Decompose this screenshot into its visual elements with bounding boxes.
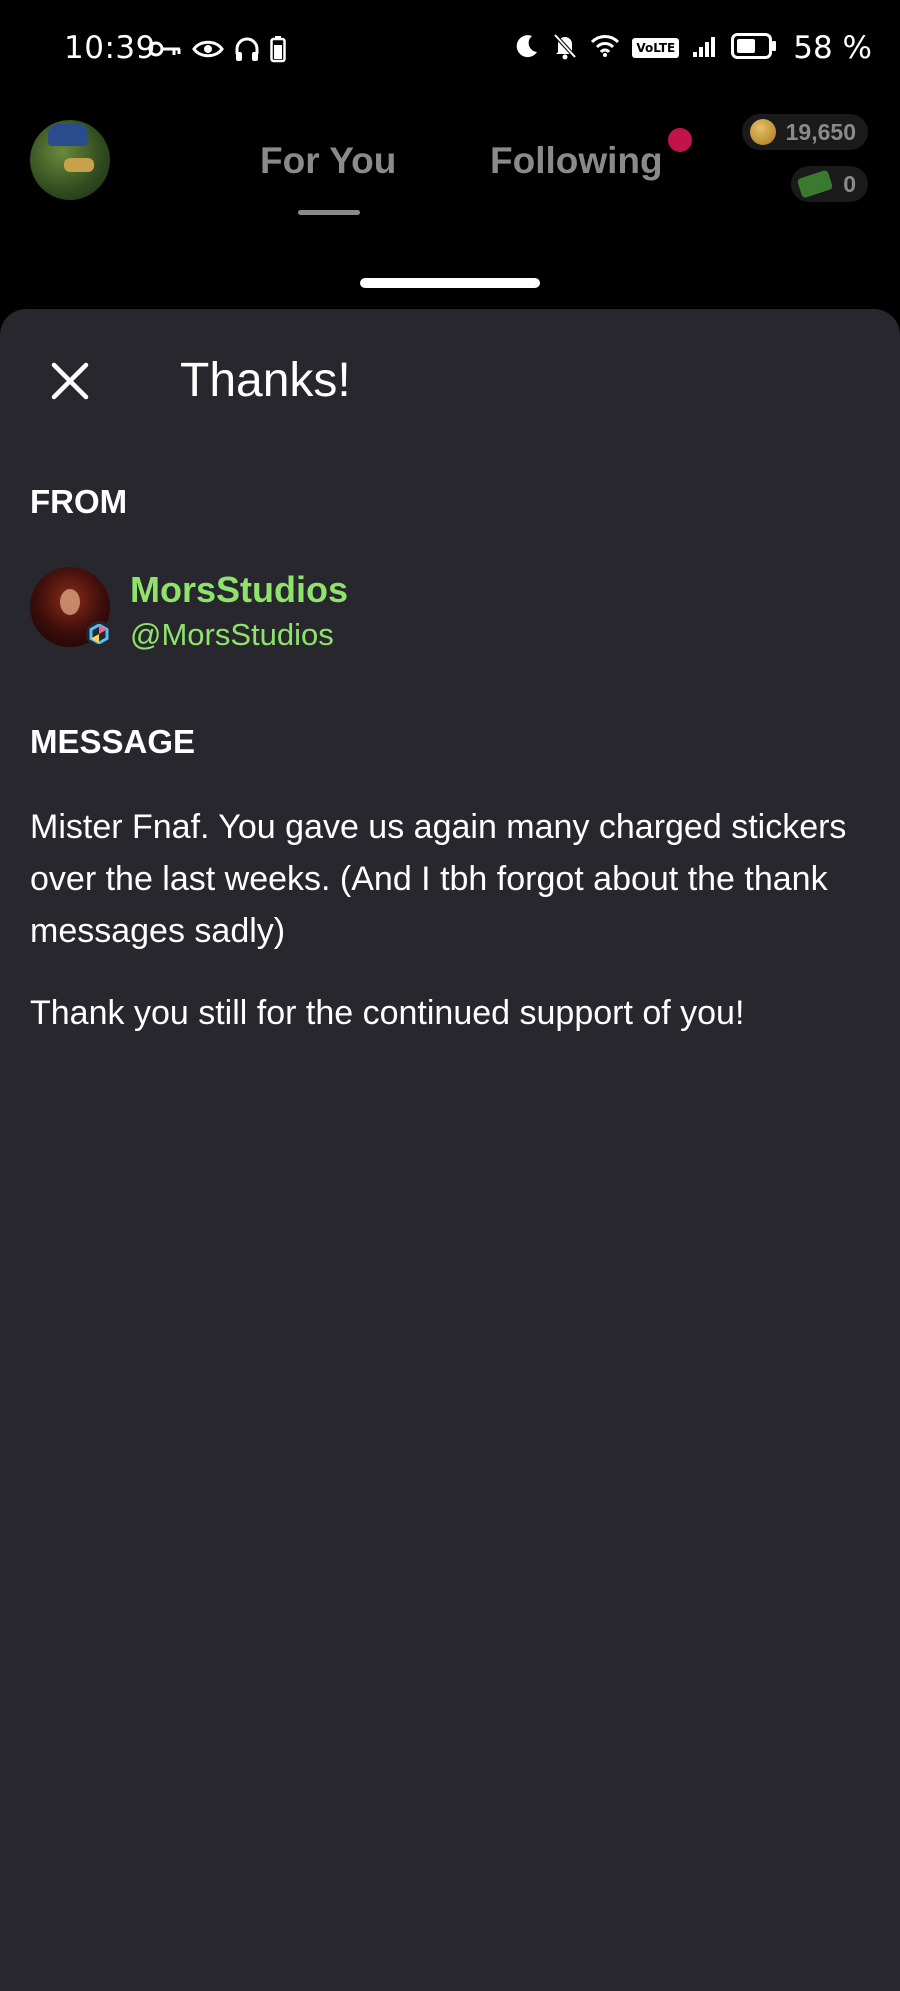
- avatar-hat-shape: [48, 124, 88, 146]
- coin-balance[interactable]: 19,650: [741, 114, 868, 150]
- avatar-beak-shape: [64, 158, 94, 172]
- message-label: MESSAGE: [30, 723, 196, 760]
- close-icon: [51, 362, 89, 400]
- notification-dot: [668, 128, 692, 152]
- coin-count: 19,650: [785, 118, 856, 145]
- tab-following[interactable]: Following: [490, 140, 663, 182]
- volte-badge: VoLTE: [632, 38, 680, 58]
- headphones-icon: [234, 36, 260, 66]
- verified-badge-icon: [86, 621, 112, 647]
- cash-icon: [796, 169, 834, 199]
- message-paragraph: Thank you still for the continued suppor…: [30, 994, 745, 1032]
- close-button[interactable]: [40, 351, 100, 411]
- profile-avatar[interactable]: [30, 120, 110, 200]
- avatar-figure-shape: [60, 589, 80, 615]
- moon-icon: [514, 33, 540, 63]
- cash-balance[interactable]: 0: [791, 166, 868, 202]
- sender-name[interactable]: MorsStudios: [130, 569, 348, 611]
- tab-active-indicator: [298, 210, 360, 215]
- message-body: Mister Fnaf. You gave us again many char…: [30, 801, 875, 1069]
- bell-muted-icon: [552, 32, 578, 64]
- battery-saver-icon: [270, 35, 286, 67]
- from-label: FROM: [30, 483, 128, 520]
- sender-avatar[interactable]: [30, 567, 112, 647]
- status-bar: 10:39 VoLTE 58 %: [0, 0, 900, 100]
- cash-count: 0: [843, 170, 856, 197]
- wifi-icon: [590, 34, 620, 62]
- message-paragraph: Mister Fnaf. You gave us again many char…: [30, 808, 847, 950]
- battery-icon: [731, 33, 777, 63]
- sender-row[interactable]: MorsStudios @MorsStudios: [30, 567, 730, 653]
- thanks-sheet: Thanks! FROM MorsStudios @MorsStudios ME…: [0, 309, 900, 1991]
- battery-percent: 58 %: [793, 30, 872, 66]
- sheet-drag-handle[interactable]: [360, 278, 540, 288]
- signal-icon: [691, 34, 719, 62]
- status-right-icons: VoLTE 58 %: [514, 30, 872, 66]
- eye-icon: [192, 38, 224, 64]
- tab-for-you[interactable]: For You: [260, 140, 396, 182]
- sender-handle[interactable]: @MorsStudios: [130, 617, 334, 653]
- coin-icon: [749, 119, 776, 145]
- status-left-icons: [148, 35, 286, 67]
- vpn-key-icon: [148, 38, 182, 64]
- status-time: 10:39: [64, 30, 156, 66]
- sheet-title: Thanks!: [180, 354, 351, 407]
